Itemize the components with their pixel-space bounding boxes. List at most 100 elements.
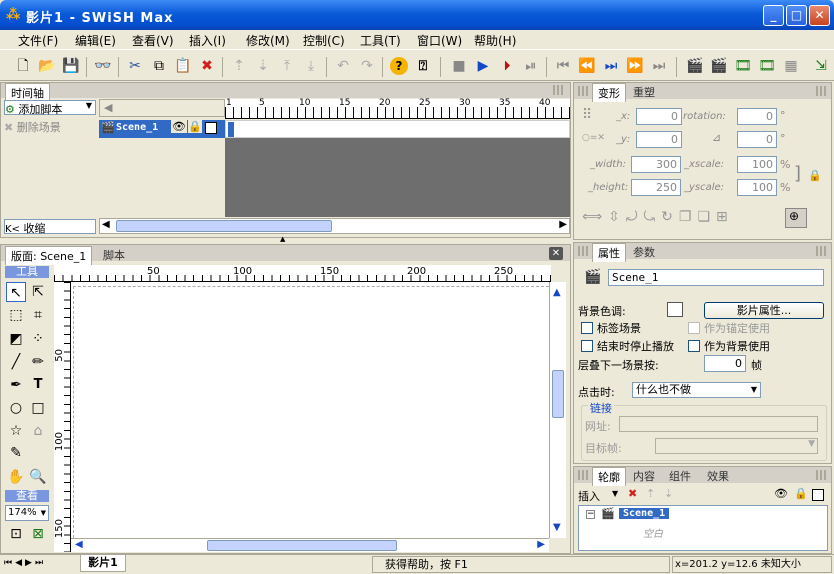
scene-frames-row[interactable]	[225, 120, 570, 138]
movie-properties-button[interactable]: 影片属性...	[704, 302, 824, 319]
frame-area[interactable]	[225, 120, 570, 217]
arrow-left-icon[interactable]: ◀	[75, 539, 83, 550]
play-icon[interactable]: ▶	[474, 57, 492, 75]
motion-path-icon[interactable]: ⁘	[28, 329, 48, 349]
stop-at-end-checkbox[interactable]	[581, 340, 593, 352]
new-file-icon[interactable]: 🗋	[14, 57, 32, 75]
stage-vscroll[interactable]: ▲ ▼	[549, 282, 566, 538]
bg-color-swatch[interactable]	[667, 302, 683, 317]
pen-tool-icon[interactable]: ✒	[6, 375, 26, 395]
move-down-icon[interactable]: ⇣	[664, 487, 673, 500]
rotate-180-icon[interactable]: ⤿	[643, 209, 661, 225]
tab-parameters[interactable]: 参数	[628, 243, 660, 261]
menu-window[interactable]: 窗口(W)	[417, 32, 462, 49]
arrow-up-icon[interactable]: ▲	[553, 287, 561, 298]
export-icon[interactable]: ⇲	[812, 57, 830, 75]
current-frame-marker[interactable]	[228, 122, 234, 137]
insert-image-icon[interactable]: ▦	[782, 57, 800, 75]
next-frame-icon[interactable]: ⏩	[626, 57, 644, 75]
scrollbar-thumb[interactable]	[116, 220, 332, 232]
redo-icon[interactable]: ↷	[358, 57, 376, 75]
menu-help[interactable]: 帮助(H)	[474, 32, 516, 49]
menu-modify[interactable]: 修改(M)	[246, 32, 290, 49]
flip-v-icon[interactable]: ⇳	[608, 209, 626, 225]
arrow-left-icon[interactable]: ◀	[104, 101, 112, 114]
scrollbar-thumb[interactable]	[207, 540, 397, 551]
subselect-tool-icon[interactable]: ⇱	[28, 282, 48, 302]
menu-control[interactable]: 控制(C)	[303, 32, 345, 49]
star-tool-icon[interactable]: ☆	[6, 421, 26, 441]
stop-icon[interactable]: ■	[450, 57, 468, 75]
goto-frame-icon[interactable]: ⏭	[602, 57, 620, 75]
flip-h-icon[interactable]: ⟺	[582, 209, 608, 225]
tab-reshape[interactable]: 重塑	[628, 83, 660, 101]
snap-button[interactable]: ⊕	[785, 208, 807, 228]
maximize-button[interactable]: □	[786, 5, 807, 26]
tab-components[interactable]: 组件	[664, 467, 696, 485]
delete-icon[interactable]: ✖	[628, 487, 637, 500]
move-up-icon[interactable]: ⇡	[646, 487, 655, 500]
eye-icon[interactable]: 👁	[171, 120, 187, 133]
move-up-icon[interactable]: ⇡	[230, 57, 248, 75]
arrow-up-icon[interactable]: ▲	[280, 235, 285, 243]
zoom-select[interactable]: 174% ▼	[5, 505, 49, 521]
rotate-90-icon[interactable]: ⤾	[626, 209, 644, 225]
as-anchor-checkbox[interactable]	[688, 322, 700, 334]
on-click-select[interactable]: 什么也不做 ▼	[632, 382, 761, 398]
play-scene-icon[interactable]: ⏯	[522, 57, 540, 75]
paste-icon[interactable]: 📋	[174, 57, 192, 75]
rotate-icon[interactable]: ↻	[661, 209, 679, 225]
play-timeline-icon[interactable]: ⏵	[498, 57, 516, 75]
tab-outline[interactable]: 轮廓	[592, 467, 626, 486]
line-tool-icon[interactable]: ╱	[6, 352, 26, 372]
preview-icon[interactable]: 👓	[94, 57, 112, 75]
text-tool-icon[interactable]: T	[28, 375, 48, 395]
tab-layout[interactable]: 版面: Scene_1	[5, 246, 93, 265]
collapse-button[interactable]: K< 收缩	[4, 219, 96, 235]
tab-script[interactable]: 脚本	[98, 246, 130, 264]
delete-scene-button[interactable]: ✖ 删除场景	[4, 119, 98, 135]
url-field[interactable]	[619, 416, 818, 432]
fill-transform-icon[interactable]: ◩	[6, 329, 26, 349]
first-frame-icon[interactable]: ⏮	[554, 57, 572, 75]
rectangle-tool-icon[interactable]: □	[28, 398, 48, 418]
open-folder-icon[interactable]: 📂	[38, 57, 56, 75]
scrollbar-thumb[interactable]	[552, 370, 564, 418]
tab-transform[interactable]: 变形	[592, 83, 626, 102]
move-down-icon[interactable]: ⇣	[254, 57, 272, 75]
arrow-down-icon[interactable]: ▼	[553, 522, 561, 533]
transform-tool-icon[interactable]: ⌗	[28, 305, 48, 325]
x-field[interactable]: 0	[636, 108, 682, 125]
lock-icon[interactable]: 🔒	[794, 487, 808, 500]
panel-grip[interactable]	[553, 85, 563, 95]
tab-effects[interactable]: 效果	[702, 467, 734, 485]
zoom-scene-icon[interactable]: ⊠	[28, 524, 48, 544]
context-help-icon[interactable]: ⍰	[414, 57, 432, 75]
copy-icon[interactable]: ⧉	[150, 57, 168, 75]
last-frame-icon[interactable]: ⏭	[650, 57, 668, 75]
outline-toggle[interactable]	[812, 489, 824, 501]
group-icon[interactable]: ❏	[697, 209, 716, 225]
add-script-dropdown[interactable]: ⚙ 添加脚本 ▼	[4, 100, 96, 116]
marquee-tool-icon[interactable]: ⬚	[6, 305, 26, 325]
close-panel-icon[interactable]: ✕	[549, 247, 563, 260]
skew-field[interactable]: 0	[737, 131, 777, 148]
hand-tool-icon[interactable]: ✋	[6, 467, 26, 487]
chevron-down-icon[interactable]: ▼	[612, 489, 618, 498]
bring-front-icon[interactable]: ⤒	[278, 57, 296, 75]
zoom-tool-icon[interactable]: 🔍	[28, 467, 48, 487]
prev-frame-icon[interactable]: ⏪	[578, 57, 596, 75]
align-icon[interactable]: ⊞	[716, 209, 734, 225]
overlap-field[interactable]: 0	[704, 355, 746, 372]
insert-text-icon[interactable]: 🎞	[758, 57, 776, 75]
eye-icon[interactable]: 👁	[774, 487, 788, 500]
xscale-field[interactable]: 100	[737, 156, 777, 173]
menu-insert[interactable]: 插入(I)	[189, 32, 226, 49]
menu-file[interactable]: 文件(F)	[18, 32, 58, 49]
as-bg-checkbox[interactable]	[688, 340, 700, 352]
movie-tab[interactable]: 影片1	[80, 555, 126, 572]
lock-icon[interactable]: 🔒	[188, 120, 202, 133]
arrow-left-icon[interactable]: ◀	[102, 219, 110, 230]
select-tool-icon[interactable]: ↖	[6, 282, 26, 302]
menu-tools[interactable]: 工具(T)	[360, 32, 401, 49]
